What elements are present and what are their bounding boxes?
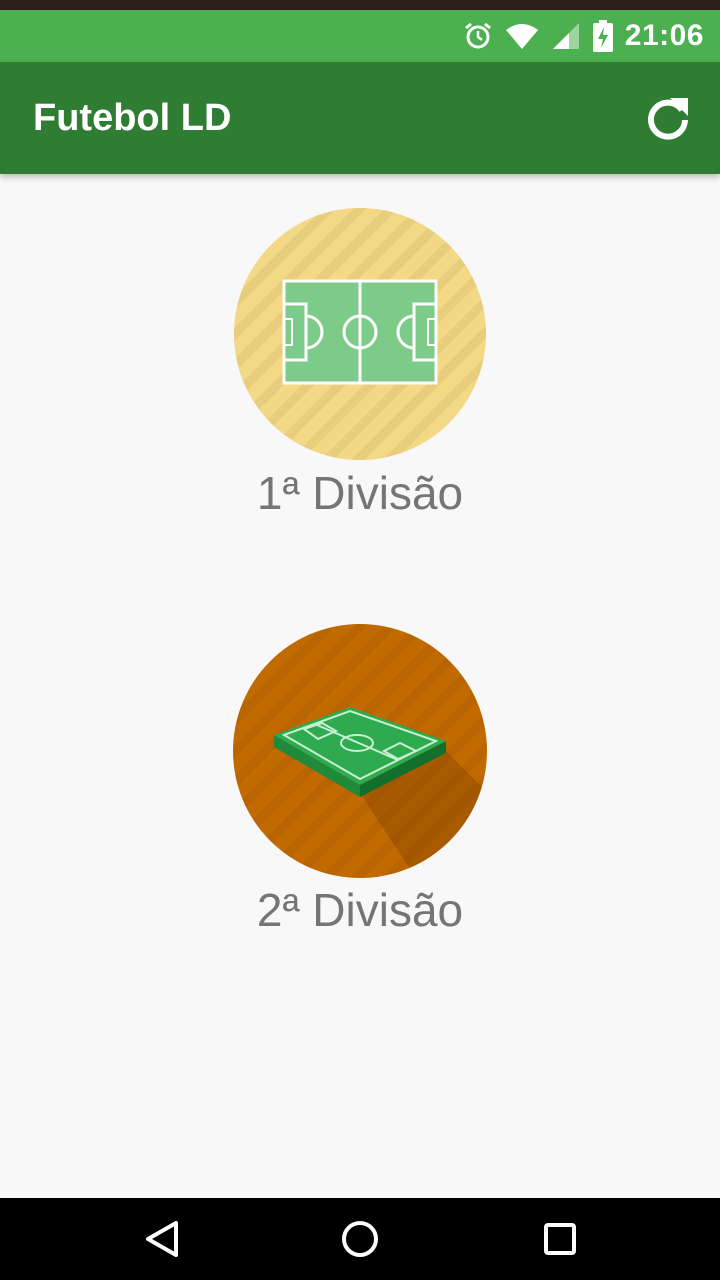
home-circle-icon <box>342 1221 378 1257</box>
navigation-bar <box>0 1198 720 1280</box>
back-button[interactable] <box>129 1208 191 1270</box>
recents-button[interactable] <box>529 1208 591 1270</box>
app-bar: Futebol LD <box>0 62 720 174</box>
division-2-label: 2ª Divisão <box>256 884 464 936</box>
division-1-item[interactable]: 1ª Divisão <box>0 206 720 520</box>
battery-charging-icon <box>592 20 613 52</box>
division-1-badge <box>232 206 488 462</box>
app-title: Futebol LD <box>33 97 232 139</box>
alarm-icon <box>464 22 491 49</box>
refresh-button[interactable] <box>644 94 692 142</box>
status-bar: 21:06 <box>0 0 720 62</box>
home-button[interactable] <box>329 1208 391 1270</box>
division-2-item[interactable]: 2ª Divisão <box>0 623 720 937</box>
back-triangle-icon <box>146 1221 178 1257</box>
status-icons: 21:06 <box>463 10 704 62</box>
soccer-field-top-icon <box>234 208 486 460</box>
recents-square-icon <box>544 1223 576 1255</box>
status-bar-edge <box>0 0 720 10</box>
wifi-icon <box>505 24 538 49</box>
division-1-label: 1ª Divisão <box>256 467 464 519</box>
division-2-badge <box>232 623 488 879</box>
soccer-field-3d-icon <box>233 624 487 878</box>
cell-signal-icon <box>552 23 579 49</box>
status-time: 21:06 <box>624 19 704 52</box>
refresh-icon <box>648 98 688 140</box>
